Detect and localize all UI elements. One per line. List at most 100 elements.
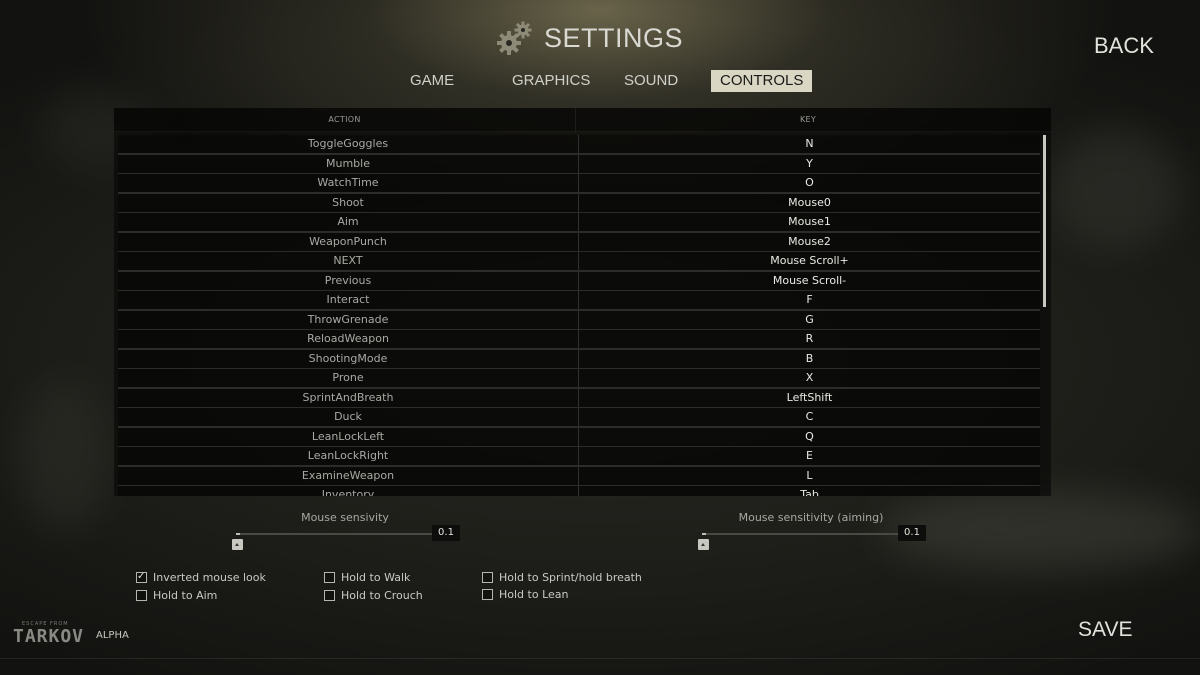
action-cell: Shoot xyxy=(118,193,578,212)
key-binding-cell[interactable]: L xyxy=(578,466,1040,485)
mouse-sensitivity-label: Mouse sensivity xyxy=(301,511,389,524)
key-binding-cell[interactable]: O xyxy=(578,174,1040,192)
table-row[interactable]: ReloadWeapon R xyxy=(118,330,1040,350)
checkbox-label: Inverted mouse look xyxy=(153,570,266,584)
tab-graphics[interactable]: GRAPHICS xyxy=(512,70,590,92)
table-row[interactable]: LeanLockLeft Q xyxy=(118,427,1040,448)
action-cell: Previous xyxy=(118,271,578,290)
table-row[interactable]: WeaponPunch Mouse2 xyxy=(118,232,1040,253)
table-row[interactable]: NEXT Mouse Scroll+ xyxy=(118,252,1040,272)
key-binding-cell[interactable]: C xyxy=(578,408,1040,426)
table-row[interactable]: Aim Mouse1 xyxy=(118,213,1040,233)
action-cell: Prone xyxy=(118,369,578,387)
table-row[interactable]: WatchTime O xyxy=(118,174,1040,194)
inverted-mouse-checkbox[interactable]: ✓ Inverted mouse look xyxy=(136,570,266,584)
action-cell: LeanLockLeft xyxy=(118,427,578,446)
action-cell: WeaponPunch xyxy=(118,232,578,251)
background-shape xyxy=(1050,130,1180,250)
hold-to-crouch-checkbox[interactable]: Hold to Crouch xyxy=(324,588,423,602)
action-cell: Aim xyxy=(118,213,578,231)
table-row[interactable]: Duck C xyxy=(118,408,1040,428)
key-binding-cell[interactable]: LeftShift xyxy=(578,388,1040,407)
checkbox-box[interactable] xyxy=(482,571,493,583)
save-button[interactable]: SAVE xyxy=(1078,618,1132,642)
background-shape xyxy=(20,380,110,530)
action-cell: ThrowGrenade xyxy=(118,310,578,329)
key-binding-cell[interactable]: Mouse1 xyxy=(578,213,1040,231)
keybinding-table: ACTION KEY ToggleGoggles N Mumble Y WatchTim… xyxy=(114,108,1051,496)
table-row[interactable]: Mumble Y xyxy=(118,154,1040,175)
background-shape xyxy=(880,490,1200,570)
mouse-sensitivity-aiming-track[interactable] xyxy=(702,533,898,535)
action-cell: SprintAndBreath xyxy=(118,388,578,407)
mouse-sensitivity-track[interactable] xyxy=(236,533,432,535)
mouse-sensitivity-aiming-fill xyxy=(702,533,706,535)
hold-to-sprint-checkbox[interactable]: Hold to Sprint/hold breath xyxy=(482,570,642,584)
action-cell: ExamineWeapon xyxy=(118,466,578,485)
back-button[interactable]: BACK xyxy=(1094,33,1154,59)
page-title: SETTINGS xyxy=(544,22,684,53)
scrollbar[interactable] xyxy=(1041,135,1047,495)
key-binding-cell[interactable]: Q xyxy=(578,427,1040,446)
build-label: ALPHA xyxy=(96,630,129,641)
mouse-sensitivity-value[interactable]: 0.1 xyxy=(432,525,460,541)
checkbox-box[interactable]: ✓ xyxy=(136,570,147,583)
table-row[interactable]: Shoot Mouse0 xyxy=(118,193,1040,214)
mouse-sensitivity-handle[interactable] xyxy=(232,539,243,550)
scrollbar-thumb[interactable] xyxy=(1043,135,1046,307)
mouse-sensitivity-fill xyxy=(236,533,240,535)
tab-game[interactable]: GAME xyxy=(410,70,454,92)
action-cell: Inventory xyxy=(118,486,578,496)
table-body: ToggleGoggles N Mumble Y WatchTime O Shoot Mous… xyxy=(118,135,1040,496)
checkmark-icon: ✓ xyxy=(137,570,146,582)
key-binding-cell[interactable]: Mouse0 xyxy=(578,193,1040,212)
mouse-sensitivity-aiming-handle[interactable] xyxy=(698,539,709,550)
key-binding-cell[interactable]: F xyxy=(578,291,1040,309)
key-binding-cell[interactable]: N xyxy=(578,135,1040,153)
column-header-key: KEY xyxy=(799,115,817,124)
hold-to-lean-checkbox[interactable]: Hold to Lean xyxy=(482,587,569,601)
page-header: SETTINGS xyxy=(492,16,683,60)
table-row[interactable]: Prone X xyxy=(118,369,1040,389)
key-binding-cell[interactable]: Y xyxy=(578,154,1040,173)
mouse-sensitivity-aiming-control: Mouse sensitivity (aiming) 0.1 xyxy=(696,511,926,551)
action-cell: Mumble xyxy=(118,154,578,173)
mouse-sensitivity-aiming-value[interactable]: 0.1 xyxy=(898,525,926,541)
key-binding-cell[interactable]: X xyxy=(578,369,1040,387)
action-cell: Duck xyxy=(118,408,578,426)
checkbox-box[interactable] xyxy=(324,589,335,601)
gear-icon xyxy=(497,21,532,55)
checkbox-box[interactable] xyxy=(324,571,335,583)
table-row[interactable]: Inventory Tab xyxy=(118,486,1040,496)
checkbox-label: Hold to Crouch xyxy=(341,588,423,602)
hold-to-walk-checkbox[interactable]: Hold to Walk xyxy=(324,570,410,584)
settings-tabs: GAME GRAPHICS SOUND CONTROLS xyxy=(0,70,1200,92)
tab-sound[interactable]: SOUND xyxy=(624,70,678,92)
table-row[interactable]: Interact F xyxy=(118,291,1040,311)
logo-main-text: TARKOV xyxy=(13,626,85,647)
key-binding-cell[interactable]: R xyxy=(578,330,1040,348)
key-binding-cell[interactable]: G xyxy=(578,310,1040,329)
table-row[interactable]: SprintAndBreath LeftShift xyxy=(118,388,1040,409)
table-row[interactable]: ExamineWeapon L xyxy=(118,466,1040,487)
key-binding-cell[interactable]: Tab xyxy=(578,486,1040,496)
key-binding-cell[interactable]: B xyxy=(578,349,1040,368)
tab-controls[interactable]: CONTROLS xyxy=(711,70,813,92)
table-row[interactable]: ToggleGoggles N xyxy=(118,135,1040,155)
key-binding-cell[interactable]: Mouse2 xyxy=(578,232,1040,251)
table-row[interactable]: ShootingMode B xyxy=(118,349,1040,370)
key-binding-cell[interactable]: E xyxy=(578,447,1040,465)
checkbox-box[interactable] xyxy=(136,589,147,601)
key-binding-cell[interactable]: Mouse Scroll+ xyxy=(578,252,1040,270)
action-cell: LeanLockRight xyxy=(118,447,578,465)
column-header-action: ACTION xyxy=(114,108,576,132)
table-row[interactable]: ThrowGrenade G xyxy=(118,310,1040,331)
checkbox-box[interactable] xyxy=(482,588,493,600)
mouse-sensitivity-aiming-label: Mouse sensitivity (aiming) xyxy=(738,511,884,524)
checkbox-label: Hold to Walk xyxy=(341,570,411,584)
table-row[interactable]: LeanLockRight E xyxy=(118,447,1040,467)
checkbox-label: Hold to Lean xyxy=(499,587,569,601)
hold-to-aim-checkbox[interactable]: Hold to Aim xyxy=(136,588,217,602)
key-binding-cell[interactable]: Mouse Scroll- xyxy=(578,271,1040,290)
table-row[interactable]: Previous Mouse Scroll- xyxy=(118,271,1040,292)
